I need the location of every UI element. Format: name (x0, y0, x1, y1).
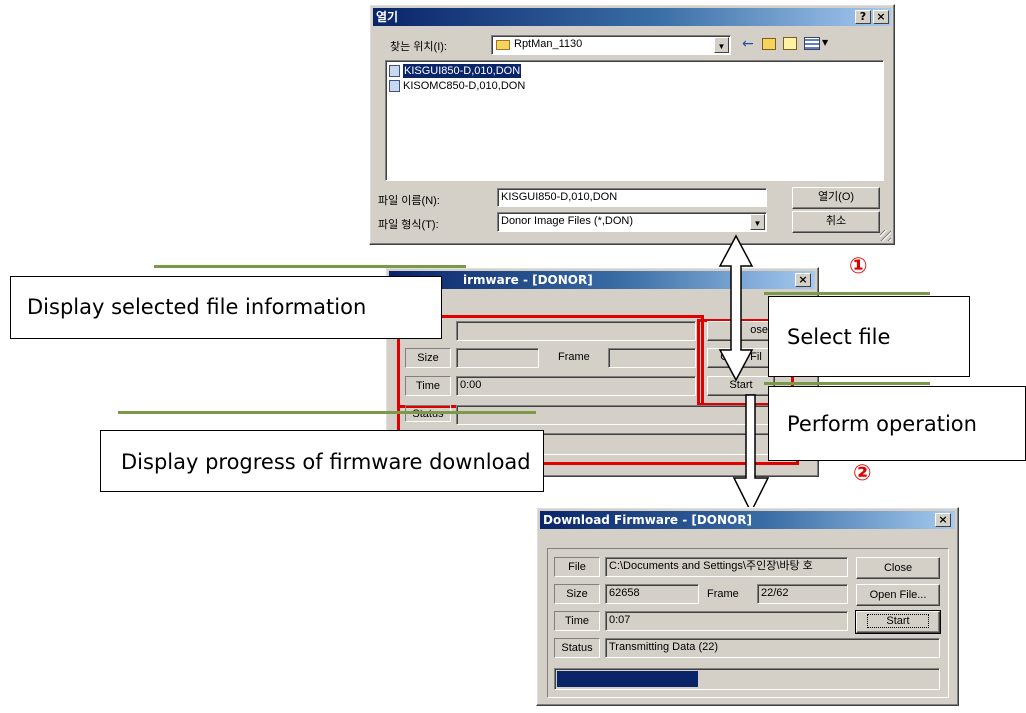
download-dialog-titlebar: Download Firmware - [DONOR] × (540, 511, 955, 529)
start-button[interactable]: Start (855, 610, 941, 634)
size-label: Size (554, 584, 600, 604)
down-arrow-icon (732, 394, 770, 514)
file-label: File (554, 557, 600, 577)
close-dialog-button[interactable]: Close (856, 557, 940, 579)
progress-fill (557, 671, 698, 687)
time-label: Time (554, 611, 600, 631)
download-dialog-title: Download Firmware - [DONOR] (543, 513, 752, 527)
progress-bar (554, 668, 940, 690)
open-file-button[interactable]: Open File... (856, 584, 940, 606)
double-arrow-icon (718, 234, 754, 382)
frame-field: 22/62 (757, 584, 848, 604)
time-field: 0:07 (605, 611, 848, 631)
frame-label: Frame (707, 588, 739, 600)
status-label: Status (554, 638, 600, 658)
status-field: Transmitting Data (22) (605, 638, 940, 658)
close-button[interactable]: × (935, 513, 951, 527)
download-firmware-dialog: Download Firmware - [DONOR] × File C:\Do… (536, 507, 959, 706)
file-path-field: C:\Documents and Settings\주인장\바탕 호 (605, 557, 848, 577)
size-field: 62658 (605, 584, 699, 604)
